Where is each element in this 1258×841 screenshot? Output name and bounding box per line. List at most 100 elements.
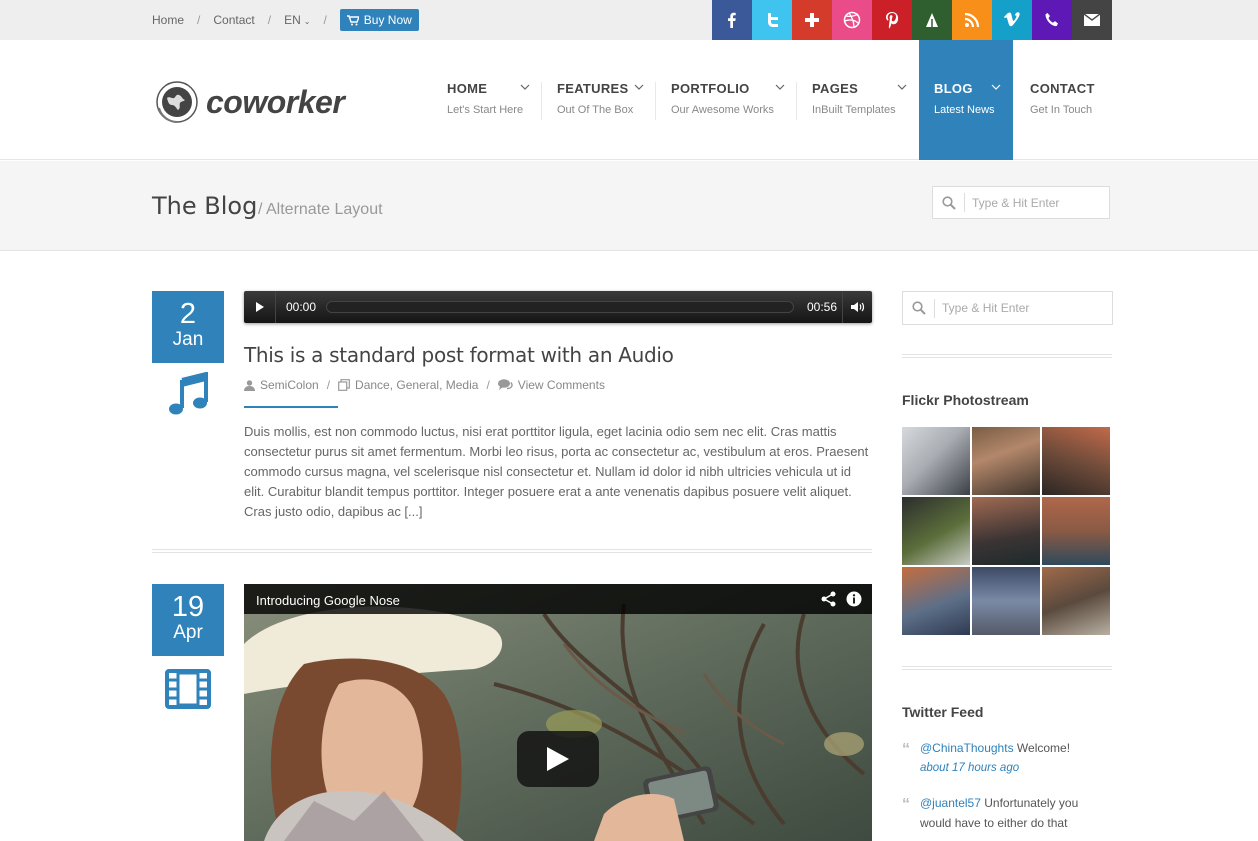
globe-logo-icon [156, 81, 198, 123]
search-icon [933, 193, 965, 212]
nav-item-contact[interactable]: CONTACT Get In Touch [1013, 40, 1113, 160]
comments-icon [497, 379, 513, 390]
post-day: 2 [179, 298, 197, 330]
dribbble-icon[interactable] [832, 0, 872, 40]
top-link-home[interactable]: Home [152, 13, 184, 27]
nav-item-pages[interactable]: PAGES InBuilt Templates [797, 40, 919, 160]
flickr-photo[interactable] [902, 497, 970, 565]
video-actions [821, 591, 862, 607]
forrst-icon[interactable] [912, 0, 952, 40]
video-thumbnail-image [244, 584, 872, 841]
video-title[interactable]: Introducing Google Nose [256, 593, 400, 608]
copy-icon [338, 379, 350, 391]
flickr-photo[interactable] [902, 427, 970, 495]
flickr-photo[interactable] [1042, 567, 1110, 635]
video-play-button[interactable] [517, 731, 599, 787]
post-title[interactable]: This is a standard post format with an A… [244, 343, 674, 367]
share-icon[interactable] [821, 591, 836, 607]
site-header: coworker HOME Let's Start Here FEATURES … [0, 40, 1258, 160]
post-author[interactable]: SemiColon [260, 378, 319, 392]
language-label: EN [284, 13, 301, 27]
flickr-photo[interactable] [902, 567, 970, 635]
user-icon [244, 379, 255, 391]
search-icon [903, 298, 935, 318]
nav-item-home[interactable]: HOME Let's Start Here [432, 40, 542, 160]
widget-separator [902, 666, 1112, 670]
nav-title: PAGES [812, 81, 859, 96]
flickr-title: Flickr Photostream [902, 392, 1029, 408]
post-month: Apr [173, 622, 203, 643]
view-comments-link[interactable]: View Comments [518, 378, 605, 392]
tweet-user-link[interactable]: @juantel57 [920, 796, 981, 810]
post-categories[interactable]: Dance, General, Media [355, 378, 478, 392]
nav-title: BLOG [934, 81, 973, 96]
audio-player: 00:00 00:56 [244, 291, 872, 323]
twitter-title: Twitter Feed [902, 704, 984, 720]
post-excerpt: Duis mollis, est non commodo luctus, nis… [244, 424, 869, 519]
logo-text: coworker [206, 83, 345, 120]
chevron-down-icon [520, 84, 530, 90]
site-logo[interactable]: coworker [153, 78, 345, 126]
film-icon [165, 669, 211, 709]
tweet: “ @ChinaThoughts Welcome! about 17 hours… [902, 738, 1112, 778]
nav-item-features[interactable]: FEATURES Out Of The Box [542, 40, 656, 160]
twitter-icon[interactable] [752, 0, 792, 40]
info-icon[interactable] [846, 591, 862, 607]
separator: / [323, 13, 327, 27]
nav-item-blog[interactable]: BLOG Latest News [919, 40, 1013, 160]
meta-underline [244, 406, 338, 408]
google-plus-icon[interactable] [792, 0, 832, 40]
search-placeholder: Type & Hit Enter [972, 195, 1060, 210]
social-icons [712, 0, 1112, 40]
buy-now-button[interactable]: Buy Now [339, 9, 419, 31]
tweet-text: @juantel57 Unfortunately you would have … [920, 793, 1112, 833]
chevron-down-icon [897, 84, 907, 90]
main-nav: HOME Let's Start Here FEATURES Out Of Th… [432, 40, 1113, 160]
page-title: The Blog [152, 192, 258, 220]
widget-separator [902, 354, 1112, 358]
play-icon [255, 302, 264, 312]
flickr-photo[interactable] [972, 567, 1040, 635]
top-bar: Home / Contact / EN ⌄ / Buy Now [0, 0, 1258, 40]
header-search-input[interactable]: Type & Hit Enter [932, 186, 1110, 219]
audio-duration: 00:56 [806, 300, 838, 314]
tweet-text: @ChinaThoughts Welcome! [920, 738, 1112, 758]
audio-progress-rail[interactable] [326, 301, 794, 313]
chevron-down-icon [634, 84, 644, 90]
post-date: 2 Jan [152, 291, 224, 363]
phone-icon[interactable] [1032, 0, 1072, 40]
nav-item-portfolio[interactable]: PORTFOLIO Our Awesome Works [656, 40, 797, 160]
flickr-photo[interactable] [972, 497, 1040, 565]
email-icon[interactable] [1072, 0, 1112, 40]
pinterest-icon[interactable] [872, 0, 912, 40]
sidebar-search-input[interactable]: Type & Hit Enter [902, 291, 1113, 325]
vimeo-icon[interactable] [992, 0, 1032, 40]
flickr-photo[interactable] [1042, 497, 1110, 565]
play-icon [547, 747, 569, 771]
tweet-time[interactable]: about 17 hours ago [920, 758, 1112, 778]
post-date: 19 Apr [152, 584, 224, 656]
tweet-user-link[interactable]: @ChinaThoughts [920, 741, 1014, 755]
top-links: Home / Contact / EN ⌄ / Buy Now [152, 0, 419, 40]
page-title-bar: The Blog / Alternate Layout Type & Hit E… [0, 161, 1258, 251]
volume-button[interactable] [842, 291, 872, 323]
nav-subtitle: InBuilt Templates [812, 104, 896, 116]
play-button[interactable] [244, 291, 276, 323]
flickr-photo[interactable] [972, 427, 1040, 495]
top-link-contact[interactable]: Contact [213, 13, 254, 27]
video-embed[interactable]: Introducing Google Nose [244, 584, 872, 841]
nav-title: CONTACT [1030, 81, 1095, 96]
tweet-body: Welcome! [1013, 741, 1071, 755]
search-placeholder: Type & Hit Enter [942, 301, 1030, 315]
music-icon [169, 372, 208, 415]
facebook-icon[interactable] [712, 0, 752, 40]
flickr-grid [902, 427, 1112, 635]
chevron-down-icon [775, 84, 785, 90]
flickr-photo[interactable] [1042, 427, 1110, 495]
nav-title: HOME [447, 81, 488, 96]
rss-icon[interactable] [952, 0, 992, 40]
quote-icon: “ [902, 741, 910, 758]
separator: / [197, 13, 201, 27]
quote-icon: “ [902, 796, 910, 813]
language-selector[interactable]: EN ⌄ [284, 13, 310, 27]
